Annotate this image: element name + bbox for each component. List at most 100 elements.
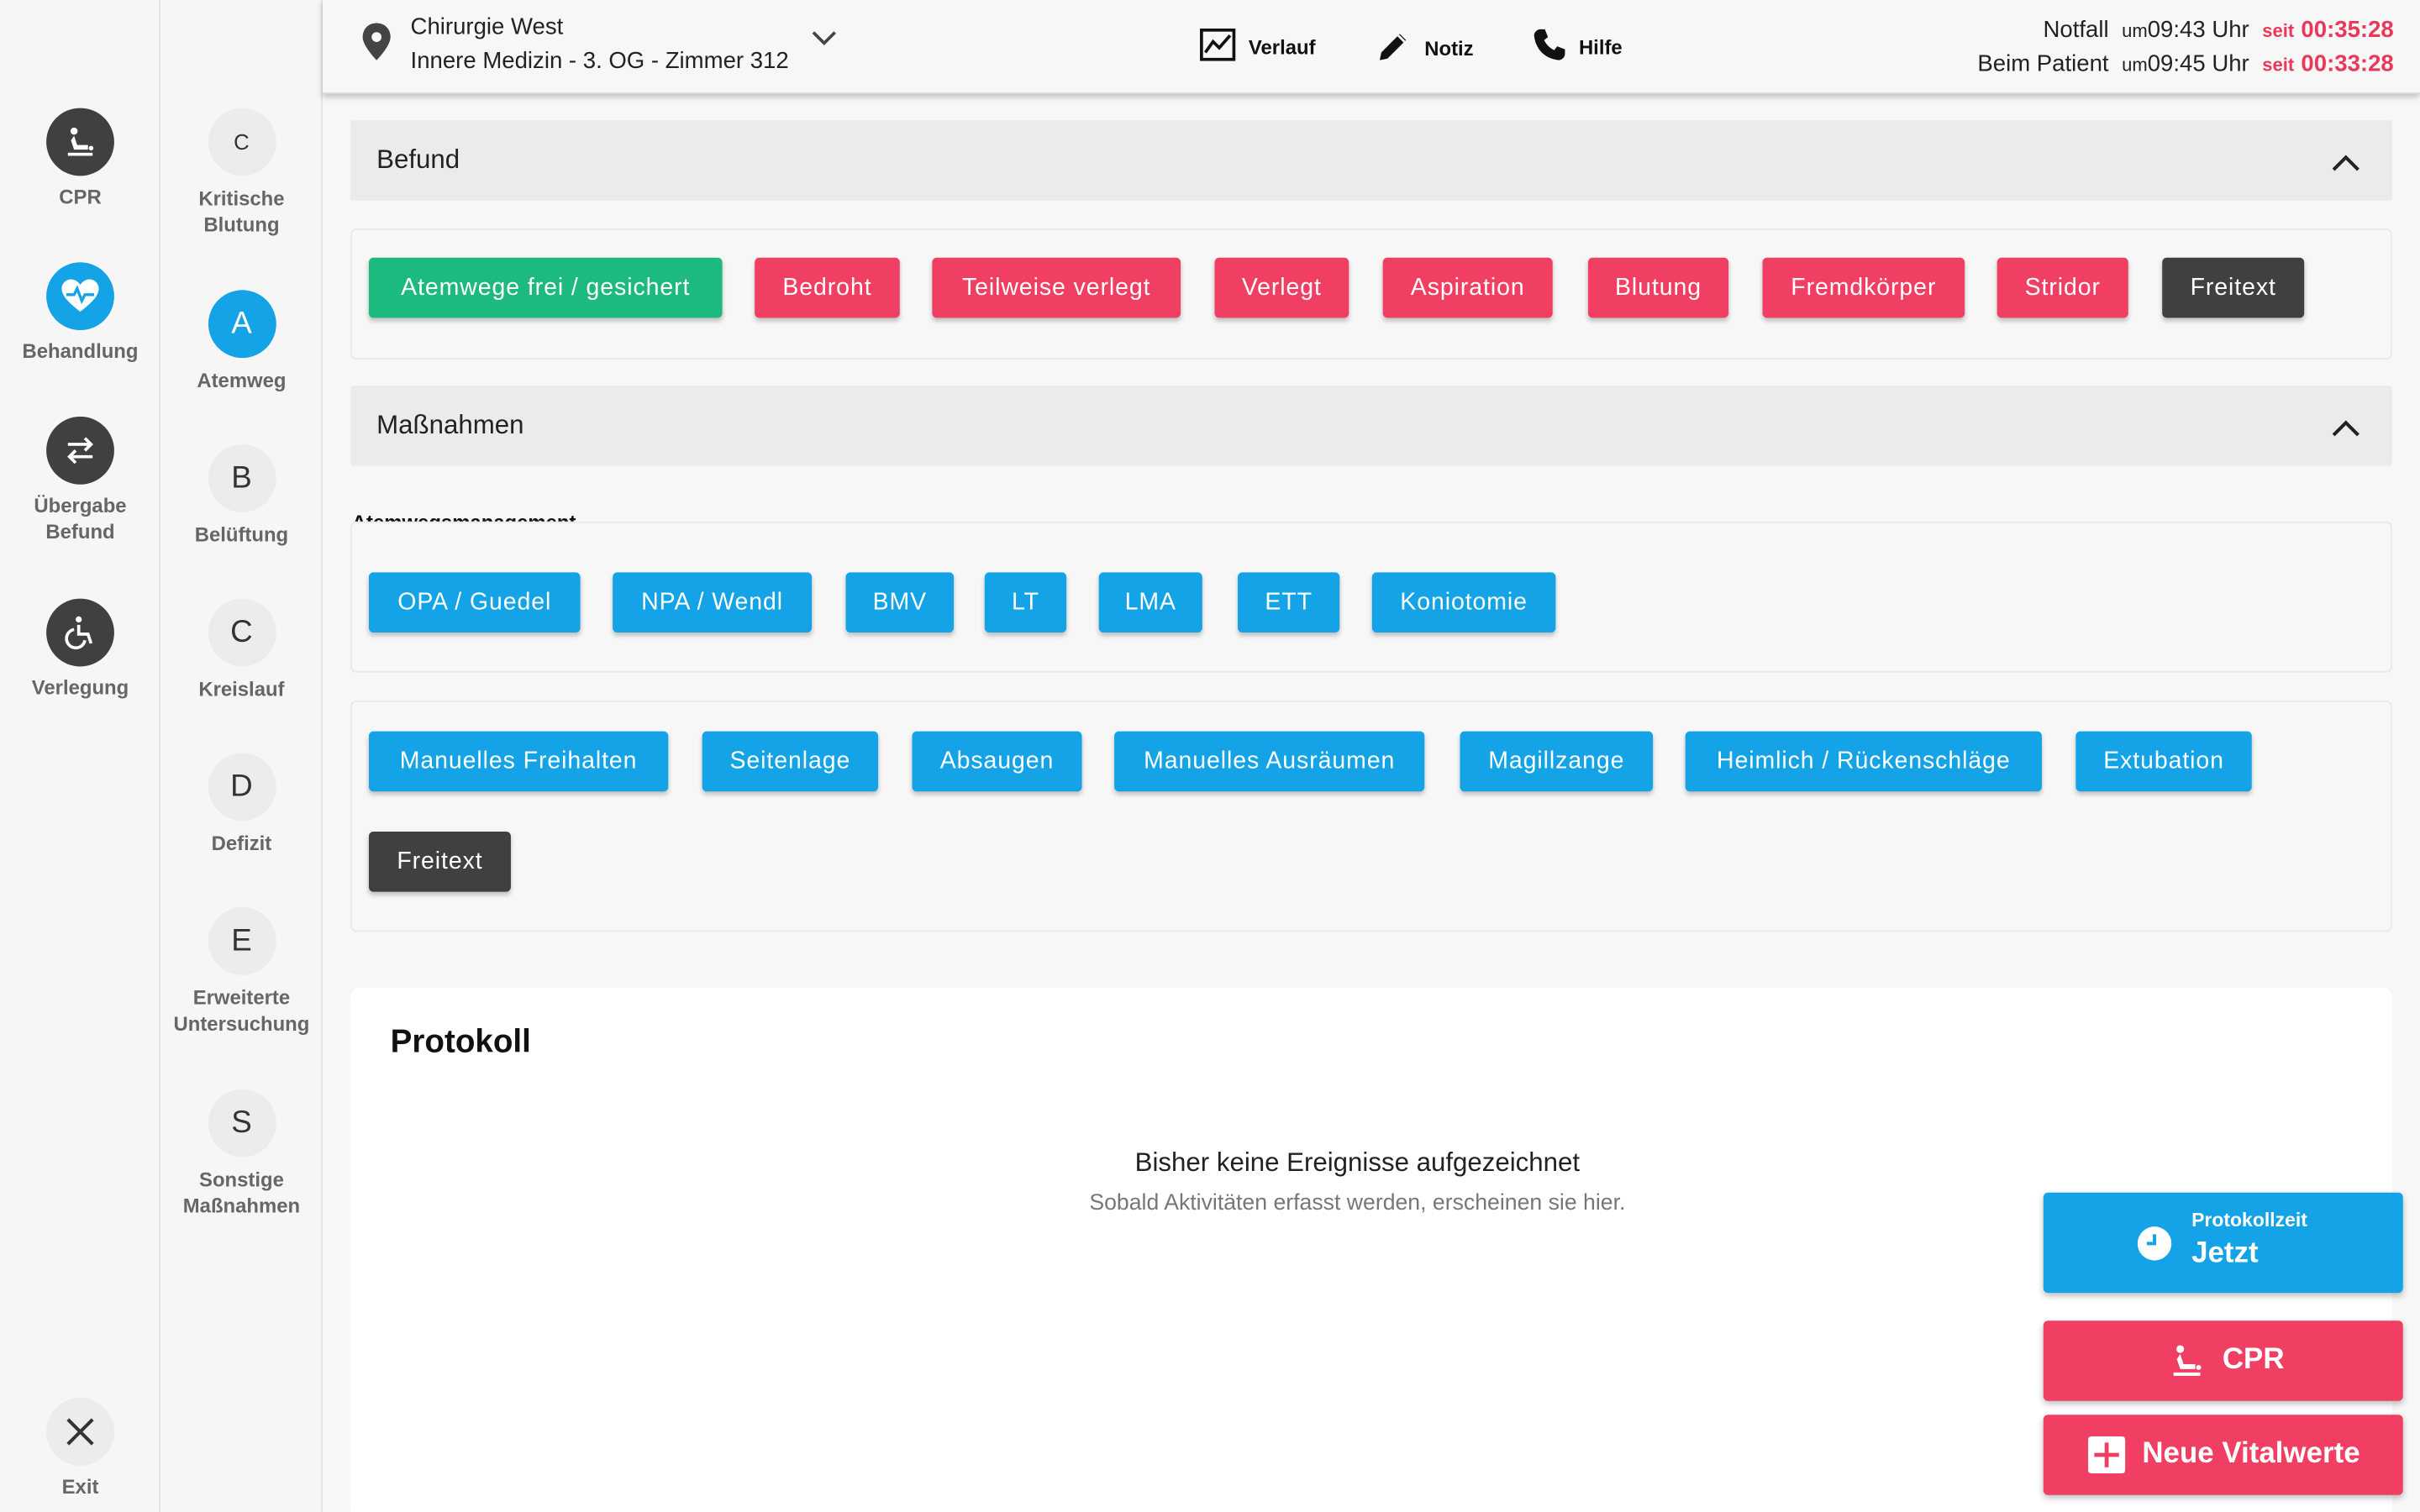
notfall-time: 09:43 Uhr xyxy=(2147,17,2249,44)
nav-cpr[interactable]: CPR xyxy=(0,108,160,210)
hilfe-button[interactable]: Hilfe xyxy=(1533,28,1623,66)
time-info: Notfall um09:43 Uhr seit 00:35:28 Beim P… xyxy=(1977,14,2393,82)
protokollzeit-label: Protokollzeit xyxy=(2191,1209,2307,1231)
manuelles-ausraeumen-button[interactable]: Manuelles Ausräumen xyxy=(1114,731,1425,792)
chevron-down-icon[interactable] xyxy=(810,28,838,57)
abcde-letter: E xyxy=(208,906,276,975)
cpr-icon xyxy=(46,108,114,176)
seit-label: seit xyxy=(2262,54,2295,76)
chevron-up-icon xyxy=(2332,155,2360,171)
verlauf-button[interactable]: Verlauf xyxy=(1199,28,1316,66)
patient-time: 09:45 Uhr xyxy=(2147,50,2249,77)
abcde-defizit[interactable]: D Defizit xyxy=(160,753,323,856)
massnahmen-section-header[interactable]: Maßnahmen xyxy=(350,386,2392,466)
abcde-letter: D xyxy=(208,753,276,822)
protokollzeit-value: Jetzt xyxy=(2191,1237,2259,1270)
befund-freitext-button[interactable]: Freitext xyxy=(2162,257,2305,318)
patient-elapsed: 00:33:28 xyxy=(2301,50,2394,77)
close-icon xyxy=(46,1398,114,1466)
ett-button[interactable]: ETT xyxy=(1238,572,1340,633)
abcde-label: Atemweg xyxy=(197,368,287,392)
notfall-label: Notfall xyxy=(2043,17,2109,44)
befund-bedroht-button[interactable]: Bedroht xyxy=(755,257,900,318)
plus-box-icon xyxy=(2086,1435,2127,1483)
npa-wendl-button[interactable]: NPA / Wendl xyxy=(613,572,813,633)
nav-verlegung[interactable]: Verlegung xyxy=(0,598,160,701)
befund-teilweise-verlegt-button[interactable]: Teilweise verlegt xyxy=(932,257,1181,318)
abcde-sonstige-massnahmen[interactable]: S Sonstige Maßnahmen xyxy=(160,1089,323,1219)
nav-behandlung-label: Behandlung xyxy=(22,339,139,363)
befund-verlegt-button[interactable]: Verlegt xyxy=(1214,257,1349,318)
abcde-atemweg[interactable]: A Atemweg xyxy=(160,290,323,393)
neue-vitalwerte-label: Neue Vitalwerte xyxy=(2142,1437,2360,1471)
lt-button[interactable]: LT xyxy=(984,572,1067,633)
magillzange-button[interactable]: Magillzange xyxy=(1460,731,1654,792)
befund-stridor-button[interactable]: Stridor xyxy=(1996,257,2128,318)
seit-label: seit xyxy=(2262,19,2295,42)
pencil-icon xyxy=(1375,28,1424,70)
swap-arrows-icon xyxy=(46,416,114,485)
um-label: um xyxy=(2122,54,2148,76)
nav-uebergabe[interactable]: Übergabe Befund xyxy=(0,416,160,544)
heart-pulse-icon xyxy=(46,262,114,331)
abcde-letter: C xyxy=(208,108,276,176)
abcde-letter: A xyxy=(208,290,276,359)
abcde-label: Sonstige Maßnahmen xyxy=(182,1168,301,1218)
seitenlage-button[interactable]: Seitenlage xyxy=(702,731,879,792)
nav-behandlung[interactable]: Behandlung xyxy=(0,262,160,364)
protokoll-empty-title: Bisher keine Ereignisse aufgezeichnet xyxy=(1134,1147,1581,1178)
protokollzeit-button[interactable]: Protokollzeit Jetzt xyxy=(2043,1192,2403,1294)
abcde-label: Kritische Blutung xyxy=(198,186,285,237)
massnahmen-title: Maßnahmen xyxy=(376,410,524,440)
nav-cpr-label: CPR xyxy=(59,185,102,208)
befund-blutung-button[interactable]: Blutung xyxy=(1587,257,1729,318)
heimlich-rueckenschlaege-button[interactable]: Heimlich / Rückenschläge xyxy=(1685,731,2042,792)
massnahmen-freitext-button[interactable]: Freitext xyxy=(368,831,511,892)
nav-verlegung-label: Verlegung xyxy=(31,675,129,700)
abcde-kritische-blutung[interactable]: C Kritische Blutung xyxy=(160,108,323,238)
absaugen-button[interactable]: Absaugen xyxy=(912,731,1082,792)
primary-nav: CPR Behandlung Übergabe Befund Verlegung… xyxy=(0,0,161,1512)
protokoll-title: Protokoll xyxy=(390,1024,531,1060)
abcde-belueftung[interactable]: B Belüftung xyxy=(160,444,323,548)
abcde-label: Kreislauf xyxy=(198,677,285,701)
abcde-erweiterte-untersuchung[interactable]: E Erweiterte Untersuchung xyxy=(160,906,323,1037)
extubation-button[interactable]: Extubation xyxy=(2075,731,2252,792)
befund-aspiration-button[interactable]: Aspiration xyxy=(1382,257,1553,318)
abcde-label: Erweiterte Untersuchung xyxy=(173,985,310,1036)
befund-section-header[interactable]: Befund xyxy=(350,120,2392,201)
nav-exit-label: Exit xyxy=(61,1474,99,1499)
top-header: Chirurgie West Innere Medizin - 3. OG - … xyxy=(322,0,2420,95)
cpr-icon xyxy=(2167,1341,2207,1389)
neue-vitalwerte-button[interactable]: Neue Vitalwerte xyxy=(2043,1415,2403,1495)
chevron-up-icon xyxy=(2332,420,2360,437)
location-line1: Chirurgie West xyxy=(410,13,564,40)
lma-button[interactable]: LMA xyxy=(1098,572,1202,633)
abcde-kreislauf[interactable]: C Kreislauf xyxy=(160,598,323,702)
abcde-nav: C Kritische Blutung A Atemweg B Belüftun… xyxy=(160,0,323,1512)
befund-atemwege-frei-button[interactable]: Atemwege frei / gesichert xyxy=(368,257,723,318)
abcde-letter: B xyxy=(208,444,276,512)
notiz-button[interactable]: Notiz xyxy=(1375,28,1474,70)
opa-guedel-button[interactable]: OPA / Guedel xyxy=(368,572,581,633)
massnahmen-group1-card: OPA / Guedel NPA / Wendl BMV LT LMA ETT … xyxy=(350,521,2392,673)
notiz-label: Notiz xyxy=(1424,37,1474,60)
befund-fremdkoerper-button[interactable]: Fremdkörper xyxy=(1762,257,1965,318)
manuelles-freihalten-button[interactable]: Manuelles Freihalten xyxy=(368,731,669,792)
bmv-button[interactable]: BMV xyxy=(845,572,955,633)
location-selector[interactable]: Chirurgie West Innere Medizin - 3. OG - … xyxy=(411,11,789,79)
phone-icon xyxy=(1533,28,1579,66)
abcde-letter: C xyxy=(208,598,276,667)
location-line2: Innere Medizin - 3. OG - Zimmer 312 xyxy=(410,47,789,75)
massnahmen-group2-card: Manuelles Freihalten Seitenlage Absaugen… xyxy=(350,700,2392,932)
location-pin-icon xyxy=(360,22,393,70)
notfall-time-row: Notfall um09:43 Uhr seit 00:35:28 xyxy=(1977,14,2393,48)
befund-title: Befund xyxy=(376,144,460,175)
um-label: um xyxy=(2122,19,2148,42)
abcde-label: Defizit xyxy=(211,831,272,855)
nav-exit[interactable]: Exit xyxy=(0,1398,160,1499)
cpr-fab-button[interactable]: CPR xyxy=(2043,1320,2403,1401)
hilfe-label: Hilfe xyxy=(1578,35,1623,59)
koniotomie-button[interactable]: Koniotomie xyxy=(1371,572,1556,633)
patient-label: Beim Patient xyxy=(1977,50,2109,77)
